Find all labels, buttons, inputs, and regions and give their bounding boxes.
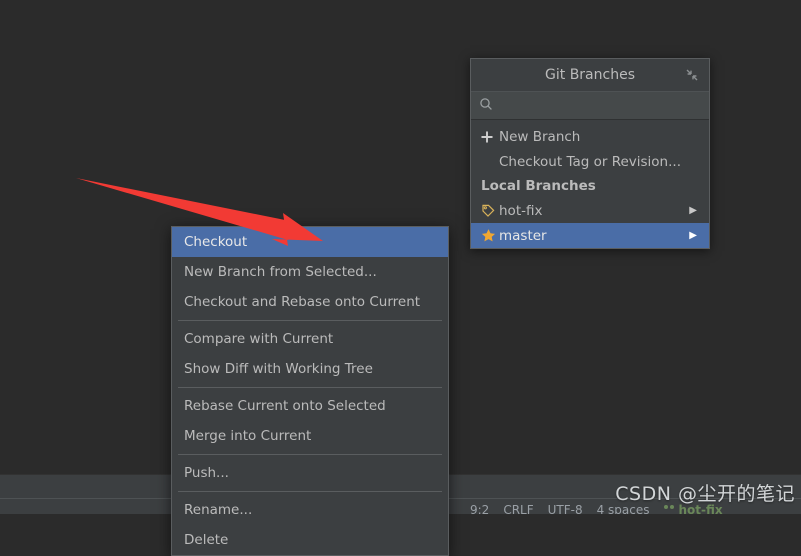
status-encoding[interactable]: UTF-8 (548, 503, 583, 514)
context-menu-item-rename[interactable]: Rename... (172, 495, 448, 525)
search-input[interactable] (493, 97, 701, 114)
branch-item-master[interactable]: master ▶ (471, 223, 709, 248)
context-menu-item-new-branch-from-selected[interactable]: New Branch from Selected... (172, 257, 448, 287)
menu-item-checkout-tag-or-revision[interactable]: Checkout Tag or Revision... (471, 149, 709, 174)
context-menu-item-label: New Branch from Selected... (184, 264, 377, 280)
menu-item-new-branch[interactable]: New Branch (471, 124, 709, 149)
watermark-text: CSDN @尘开的笔记 (615, 483, 795, 505)
star-icon (481, 228, 499, 243)
context-menu-item-push[interactable]: Push... (172, 458, 448, 488)
context-menu-item-label: Show Diff with Working Tree (184, 361, 373, 377)
context-menu-item-label: Checkout (184, 234, 248, 250)
git-branches-title: Git Branches (545, 67, 635, 83)
status-caret-position[interactable]: 9:2 (470, 503, 489, 514)
context-menu-item-checkout[interactable]: Checkout (172, 227, 448, 257)
context-menu-item-label: Push... (184, 465, 229, 481)
context-menu-item-show-diff-with-working-tree[interactable]: Show Diff with Working Tree (172, 354, 448, 384)
branch-context-menu: Checkout New Branch from Selected... Che… (171, 226, 449, 556)
context-menu-item-rebase-current-onto-selected[interactable]: Rebase Current onto Selected (172, 391, 448, 421)
context-menu-item-checkout-and-rebase-onto-current[interactable]: Checkout and Rebase onto Current (172, 287, 448, 317)
context-menu-item-compare-with-current[interactable]: Compare with Current (172, 324, 448, 354)
context-menu-item-merge-into-current[interactable]: Merge into Current (172, 421, 448, 451)
collapse-arrows-icon[interactable] (683, 66, 701, 84)
status-line-separator[interactable]: CRLF (503, 503, 533, 514)
section-label: Local Branches (481, 178, 596, 194)
context-menu-item-label: Merge into Current (184, 428, 312, 444)
context-menu-separator (178, 491, 442, 492)
context-menu-item-label: Rename... (184, 502, 253, 518)
context-menu-item-label: Checkout and Rebase onto Current (184, 294, 421, 310)
plus-icon (481, 130, 499, 143)
context-menu-item-label: Rebase Current onto Selected (184, 398, 386, 414)
context-menu-item-label: Delete (184, 532, 229, 548)
context-menu-separator (178, 320, 442, 321)
git-branches-popup: Git Branches New Branch Checkout Tag or … (470, 58, 710, 249)
context-menu-separator (178, 454, 442, 455)
branch-label: hot-fix (499, 202, 543, 219)
menu-item-label: Checkout Tag or Revision... (499, 153, 681, 170)
context-menu-separator (178, 387, 442, 388)
chevron-right-icon: ▶ (689, 229, 697, 241)
branch-label: master (499, 227, 547, 244)
git-branches-header: Git Branches (471, 59, 709, 92)
git-branches-search-row[interactable] (471, 92, 709, 120)
branch-item-hot-fix[interactable]: hot-fix ▶ (471, 198, 709, 223)
section-local-branches: Local Branches (471, 174, 709, 198)
menu-item-label: New Branch (499, 128, 581, 145)
context-menu-item-delete[interactable]: Delete (172, 525, 448, 555)
context-menu-item-label: Compare with Current (184, 331, 334, 347)
watermark: CSDN @尘开的笔记 (615, 479, 795, 506)
tag-icon (481, 204, 499, 218)
search-icon (479, 96, 493, 115)
chevron-right-icon: ▶ (689, 204, 697, 216)
git-branches-list: New Branch Checkout Tag or Revision... L… (471, 120, 709, 248)
